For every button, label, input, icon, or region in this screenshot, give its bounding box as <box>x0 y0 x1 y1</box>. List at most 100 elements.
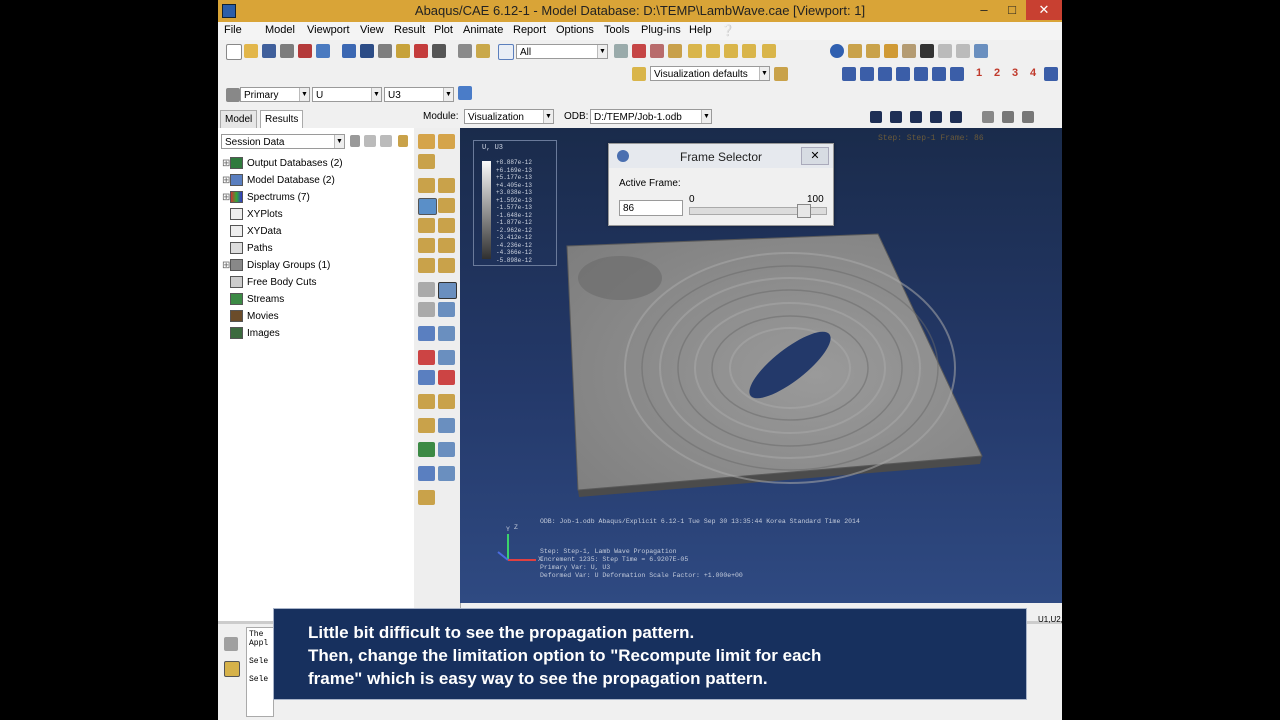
menu-whats-this[interactable]: ❔ <box>721 24 735 37</box>
auto-fit-icon[interactable] <box>432 44 446 58</box>
refresh-field-icon[interactable] <box>458 86 472 100</box>
plot-material-orientation-icon[interactable] <box>438 178 455 193</box>
expand-icon[interactable]: ⊞ <box>222 258 230 274</box>
stream-manager-icon[interactable] <box>438 394 455 409</box>
xy-plot-options-icon[interactable] <box>418 302 435 317</box>
tree-collapse-icon[interactable] <box>380 135 392 147</box>
tree-sort-icon[interactable] <box>350 135 360 147</box>
plot-contours-icon[interactable] <box>418 154 435 169</box>
variable-select[interactable]: U ▼ <box>312 87 382 102</box>
tab-results[interactable]: Results <box>260 110 304 128</box>
message-area-icon[interactable] <box>224 637 238 651</box>
plot-undeformed-icon[interactable] <box>418 134 435 149</box>
render-fill-icon[interactable] <box>902 44 916 58</box>
allow-multiple-plots-icon[interactable] <box>418 238 435 253</box>
view-manip-4-icon[interactable] <box>896 67 910 81</box>
render-hidden-icon[interactable] <box>866 44 880 58</box>
field-output-icon[interactable] <box>226 88 240 102</box>
info-icon[interactable] <box>830 44 844 58</box>
view-4-button[interactable]: 4 <box>1030 67 1036 79</box>
close-button[interactable]: ✕ <box>1026 0 1062 20</box>
create-stream-icon[interactable] <box>418 394 435 409</box>
view-back-icon[interactable] <box>706 44 720 58</box>
first-frame-icon[interactable] <box>890 111 902 123</box>
box-select-icon[interactable] <box>632 44 646 58</box>
menu-options[interactable]: Options <box>556 24 594 36</box>
selection-options-icon[interactable] <box>614 44 628 58</box>
undo-icon[interactable] <box>938 44 952 58</box>
free-body-cut-tool-icon[interactable] <box>438 370 455 385</box>
query-manager-icon[interactable] <box>438 418 455 433</box>
menu-plot[interactable]: Plot <box>434 24 453 36</box>
save-icon[interactable] <box>262 44 276 58</box>
edit-tool-icon[interactable] <box>418 490 435 505</box>
previous-frame-icon[interactable] <box>910 111 922 123</box>
tree-item-movies[interactable]: Movies <box>222 309 279 325</box>
view-1-button[interactable]: 1 <box>976 67 982 79</box>
open-folder-icon[interactable] <box>244 44 258 58</box>
menu-viewport[interactable]: Viewport <box>307 24 350 36</box>
magnify-icon[interactable] <box>378 44 392 58</box>
tree-help-icon[interactable] <box>398 135 408 147</box>
message-log[interactable]: The Appl Sele Sele <box>246 627 274 717</box>
transform-manager-icon[interactable] <box>438 466 455 481</box>
view-2-button[interactable]: 2 <box>994 67 1000 79</box>
redo-icon[interactable] <box>956 44 970 58</box>
menu-model[interactable]: Model <box>265 24 295 36</box>
tree-item-xydata[interactable]: XYData <box>222 224 281 240</box>
circle-select-icon[interactable] <box>650 44 664 58</box>
module-select[interactable]: Visualization ▼ <box>464 109 554 124</box>
tree-filter-icon[interactable] <box>364 135 376 147</box>
tree-item-streams[interactable]: Streams <box>222 292 284 308</box>
animate-scale-factor-icon[interactable] <box>418 258 435 273</box>
path-manager-icon[interactable] <box>438 326 455 341</box>
record-icon[interactable] <box>298 44 312 58</box>
import-icon[interactable] <box>316 44 330 58</box>
pause-icon[interactable] <box>870 111 882 123</box>
render-wire-icon[interactable] <box>848 44 862 58</box>
xy-data-manager-icon[interactable] <box>438 282 457 299</box>
view-cut-icon[interactable] <box>418 370 435 385</box>
menu-plugins[interactable]: Plug-ins <box>641 24 681 36</box>
render-style-select[interactable]: Visualization defaults ▼ <box>650 66 770 81</box>
dialog-close-button[interactable]: ✕ <box>801 147 829 165</box>
select-arrow-icon[interactable] <box>498 44 514 60</box>
symbol-options-icon[interactable] <box>438 198 455 213</box>
tree-item-xyplots[interactable]: XYPlots <box>222 207 283 223</box>
component-select[interactable]: U3 ▼ <box>384 87 454 102</box>
display-group-manager-icon[interactable] <box>438 350 455 365</box>
tree-item-images[interactable]: Images <box>222 326 280 342</box>
plot-symbols-icon[interactable] <box>418 178 435 193</box>
view-manip-2-icon[interactable] <box>860 67 874 81</box>
next-frame-icon[interactable] <box>930 111 942 123</box>
create-xy-data-icon[interactable] <box>418 282 435 297</box>
rotate-icon[interactable] <box>360 44 374 58</box>
create-display-group-icon[interactable] <box>418 350 435 365</box>
probe-manager-icon[interactable] <box>438 442 455 457</box>
menu-tools[interactable]: Tools <box>604 24 630 36</box>
view-front-icon[interactable] <box>688 44 702 58</box>
render-shaded-icon[interactable] <box>884 44 898 58</box>
print-icon[interactable] <box>280 44 294 58</box>
selection-filter-select[interactable]: All ▼ <box>516 44 608 59</box>
odb-select[interactable]: D:/TEMP/Job-1.odb ▼ <box>590 109 712 124</box>
drag-select-icon[interactable] <box>668 44 682 58</box>
box-zoom-icon[interactable] <box>414 44 428 58</box>
menu-report[interactable]: Report <box>513 24 546 36</box>
view-side-icon[interactable] <box>762 44 776 58</box>
active-frame-input[interactable]: 86 <box>619 200 683 216</box>
tree-item-output-databases[interactable]: ⊞ Output Databases (2) <box>222 156 343 172</box>
pan-icon[interactable] <box>342 44 356 58</box>
tree-item-model-database[interactable]: ⊞ Model Database (2) <box>222 173 335 189</box>
grid-icon[interactable] <box>974 44 988 58</box>
create-path-icon[interactable] <box>418 326 435 341</box>
view-manip-5-icon[interactable] <box>914 67 928 81</box>
overlay-plot-icon[interactable] <box>438 238 455 253</box>
render-lighting-icon[interactable] <box>920 44 934 58</box>
invariant-select[interactable]: Primary ▼ <box>240 87 310 102</box>
tree-item-paths[interactable]: Paths <box>222 241 273 257</box>
triad-icon[interactable] <box>950 67 964 81</box>
iso-view-icon[interactable] <box>1044 67 1058 81</box>
menu-view[interactable]: View <box>360 24 384 36</box>
zoom-icon[interactable] <box>396 44 410 58</box>
